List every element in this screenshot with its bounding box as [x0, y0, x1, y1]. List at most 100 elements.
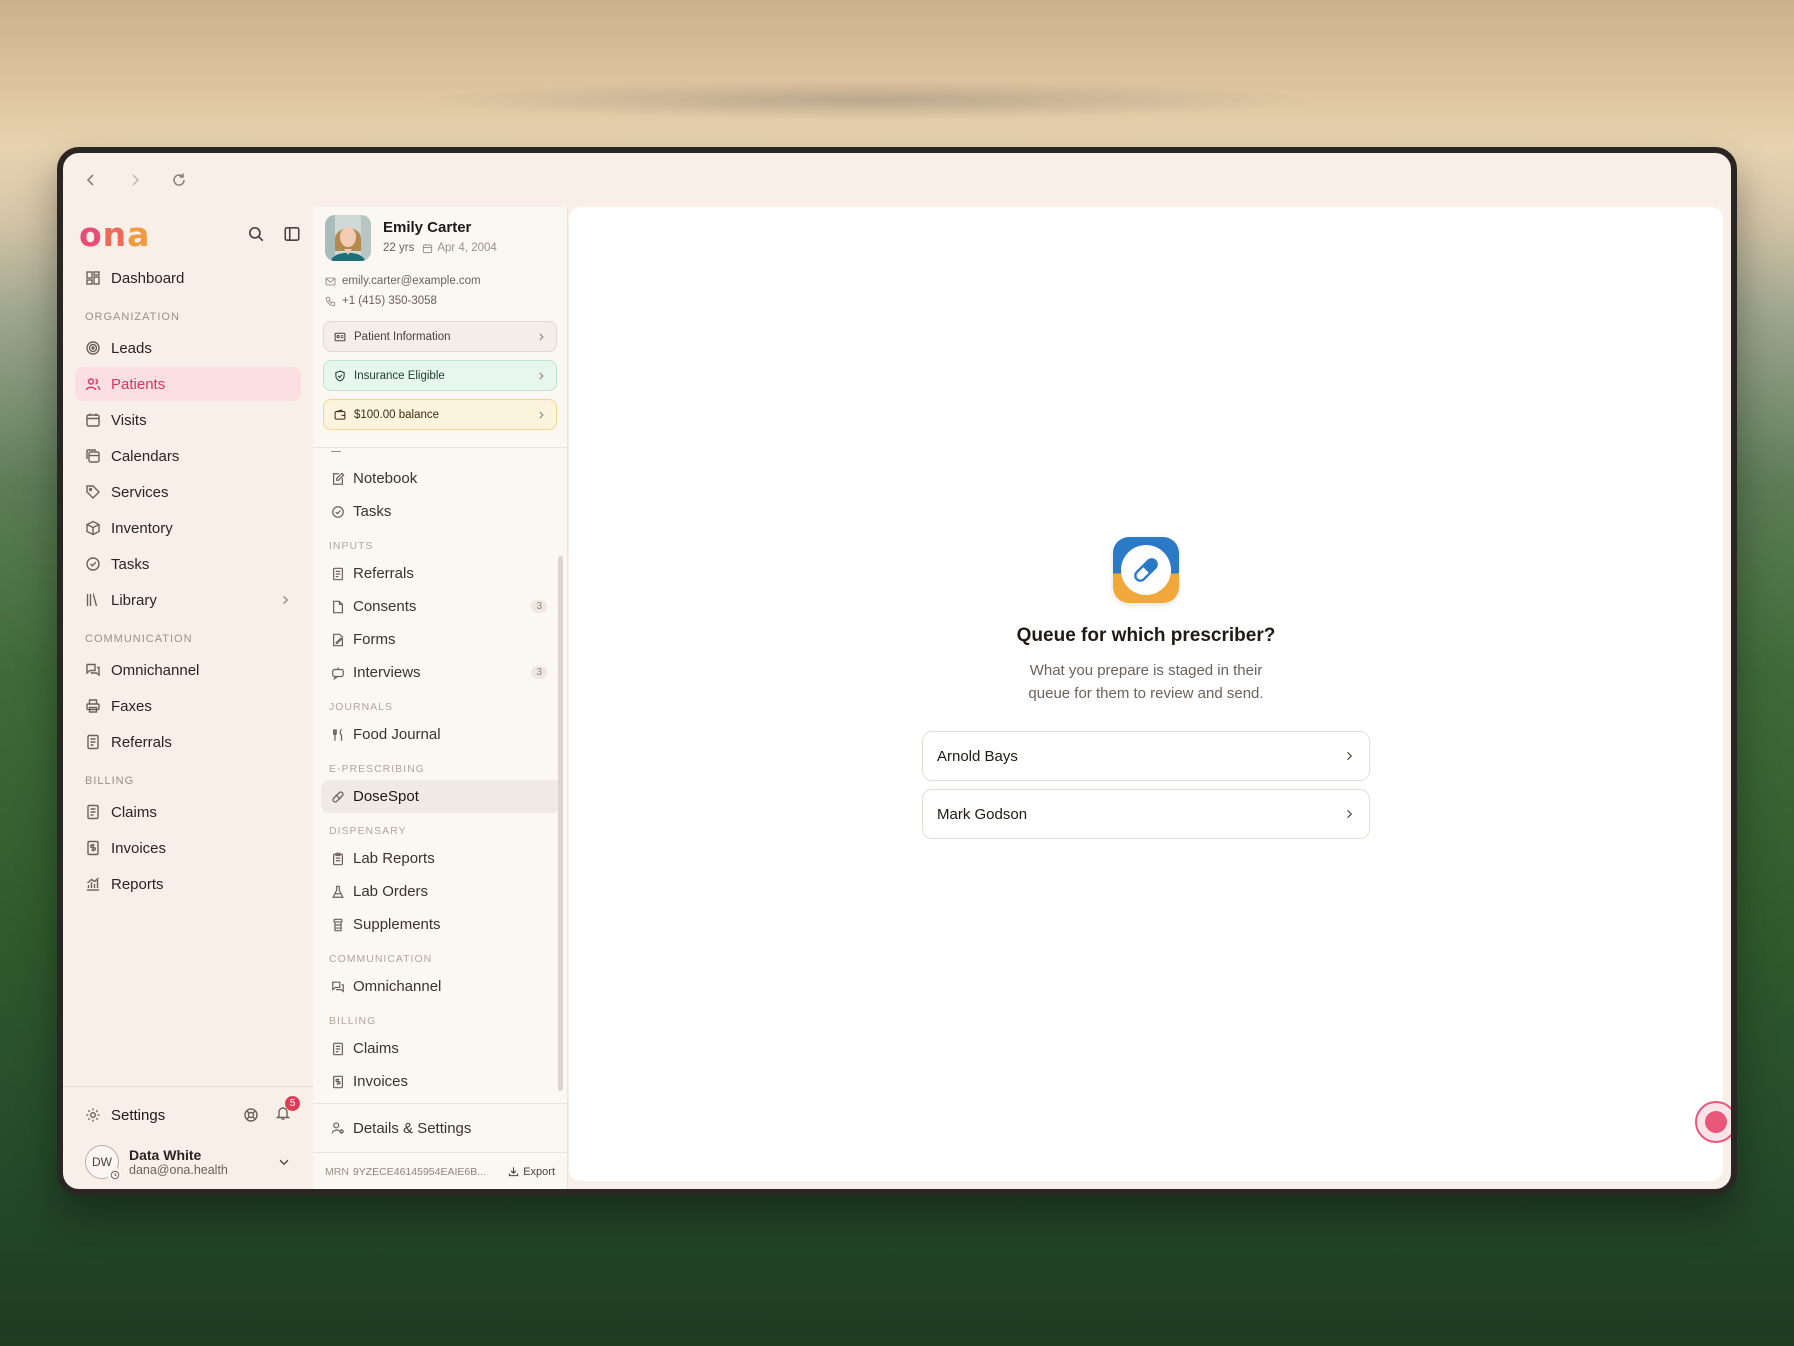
patient-nav-omnichannel[interactable]: Omnichannel [321, 970, 561, 1003]
sidebar-item-label: Referrals [111, 733, 172, 751]
invoice-icon [333, 1075, 343, 1088]
pill-label: Patient Information [354, 330, 451, 343]
user-menu[interactable]: DW Data White dana@ona.health [75, 1135, 301, 1181]
patient-nav-label: Supplements [353, 916, 441, 933]
download-icon [509, 1167, 519, 1177]
sidebar-item-label: Dashboard [111, 269, 185, 287]
settings-link[interactable]: Settings [111, 1107, 165, 1124]
patient-nav-supplements[interactable]: Supplements [321, 908, 561, 941]
dashboard-icon [86, 271, 100, 285]
patient-nav-food-journal[interactable]: Food Journal [321, 718, 561, 751]
patient-nav-label: Referrals [353, 565, 414, 582]
forward-button[interactable] [125, 170, 145, 190]
sidebar-item-label: Invoices [111, 839, 167, 857]
chevron-down-icon [279, 1159, 289, 1166]
patient-nav-referrals[interactable]: Referrals [321, 557, 561, 590]
sidebar-item-reports[interactable]: Reports [75, 867, 301, 901]
patient-nav-tasks[interactable]: Tasks [321, 495, 561, 528]
dosespot-app-icon [1113, 537, 1179, 603]
sidebar-item-faxes[interactable]: Faxes [75, 689, 301, 723]
patient-nav-consents[interactable]: Consents 3 [321, 590, 561, 623]
prescriber-option[interactable]: Arnold Bays [922, 731, 1370, 781]
chat-icon [332, 981, 344, 993]
patient-nav-label: Interviews [353, 664, 421, 681]
mrn-value[interactable]: 9YZECE46145954EAIE6B... [353, 1166, 486, 1178]
patient-nav-dosespot[interactable]: DoseSpot [321, 780, 561, 813]
logo-letter: n [102, 214, 126, 254]
patient-nav-scroll[interactable]: Notebook Tasks INPUTS Referrals Consents… [313, 447, 567, 1103]
sidebar-item-visits[interactable]: Visits [75, 403, 301, 437]
calendars-icon [86, 449, 100, 463]
patient-nav-lab-reports[interactable]: Lab Reports [321, 842, 561, 875]
notifications-button[interactable]: 5 [275, 1096, 300, 1125]
patient-nav-forms[interactable]: Forms [321, 623, 561, 656]
floating-assistant-button[interactable] [1695, 1101, 1731, 1143]
patient-section-journals: JOURNALS [329, 701, 394, 713]
patient-nav-invoices[interactable]: Invoices [321, 1065, 561, 1098]
patient-nav-lab-orders[interactable]: Lab Orders [321, 875, 561, 908]
clipboard-icon [333, 852, 343, 865]
sky-streak [420, 80, 1320, 120]
consents-count: 3 [531, 600, 547, 613]
export-button[interactable]: Export [508, 1166, 555, 1178]
patient-email: emily.carter@example.com [342, 275, 481, 287]
reload-button[interactable] [169, 170, 189, 190]
insurance-eligible-button[interactable]: Insurance Eligible [323, 360, 557, 391]
notification-badge: 5 [285, 1096, 300, 1111]
sidebar-item-referrals[interactable]: Referrals [75, 725, 301, 759]
prescriber-option[interactable]: Mark Godson [922, 789, 1370, 839]
sidebar-item-claims[interactable]: Claims [75, 795, 301, 829]
patient-nav-notebook[interactable]: Notebook [321, 462, 561, 495]
sidebar-item-label: Inventory [111, 519, 173, 537]
users-icon [85, 378, 101, 391]
user-name: Data White [129, 1147, 202, 1163]
sidebar-item-omnichannel[interactable]: Omnichannel [75, 653, 301, 687]
patient-section-inputs: INPUTS [329, 540, 374, 552]
chevron-right-icon [283, 595, 289, 605]
sidebar-item-dashboard[interactable]: Dashboard [75, 261, 301, 295]
patient-phone-row[interactable]: +1 (415) 350-3058 [325, 291, 555, 311]
sidebar-item-patients[interactable]: Patients [75, 367, 301, 401]
patient-nav-label: Invoices [353, 1073, 409, 1090]
sidebar-item-calendars[interactable]: Calendars [75, 439, 301, 473]
patient-panel: Emily Carter 22 yrs Apr 4, 2004 emily.ca… [313, 207, 568, 1189]
box-icon [86, 520, 100, 536]
sidebar-item-inventory[interactable]: Inventory [75, 511, 301, 545]
sidebar-item-label: Services [111, 483, 169, 501]
patient-dob: Apr 4, 2004 [437, 242, 497, 254]
patient-photo [325, 215, 371, 261]
balance-button[interactable]: $100.00 balance [323, 399, 557, 430]
help-lifebuoy-icon[interactable] [243, 1107, 259, 1123]
patient-information-button[interactable]: Patient Information [323, 321, 557, 352]
sidebar-item-library[interactable]: Library [75, 583, 301, 617]
patient-name: Emily Carter [383, 219, 472, 236]
panel-scrollbar[interactable] [558, 556, 563, 1091]
sidebar-item-invoices[interactable]: Invoices [75, 831, 301, 865]
target-icon [86, 341, 100, 355]
sidebar-item-leads[interactable]: Leads [75, 331, 301, 365]
chevron-right-icon [539, 371, 544, 380]
sidebar-item-services[interactable]: Services [75, 475, 301, 509]
settings-row: Settings 5 [75, 1095, 301, 1135]
status-clock [108, 1168, 121, 1181]
ona-logo[interactable]: o n a [79, 214, 149, 254]
assistant-icon [1705, 1111, 1727, 1133]
chat-icon [86, 663, 100, 677]
app-window: o n a Dashboard ORGANIZATION Leads Patie… [57, 147, 1737, 1195]
sidebar-item-tasks[interactable]: Tasks [75, 547, 301, 581]
utensils-icon [333, 728, 343, 741]
chevron-right-icon [1347, 809, 1353, 819]
patient-nav-label: DoseSpot [353, 788, 419, 805]
sidebar-toggle-icon[interactable] [283, 225, 301, 243]
cutoff-icon-fragment [331, 448, 341, 452]
search-icon[interactable] [247, 225, 265, 243]
form-icon [333, 633, 343, 646]
patient-nav-interviews[interactable]: Interviews 3 [321, 656, 561, 689]
patient-nav-claims[interactable]: Claims [321, 1032, 561, 1065]
details-settings-button[interactable]: Details & Settings [313, 1104, 567, 1152]
back-button[interactable] [81, 170, 101, 190]
document-icon [87, 734, 99, 750]
interviews-count: 3 [531, 666, 547, 679]
patient-email-row[interactable]: emily.carter@example.com [325, 271, 555, 291]
patient-section-dispensary: DISPENSARY [329, 825, 407, 837]
